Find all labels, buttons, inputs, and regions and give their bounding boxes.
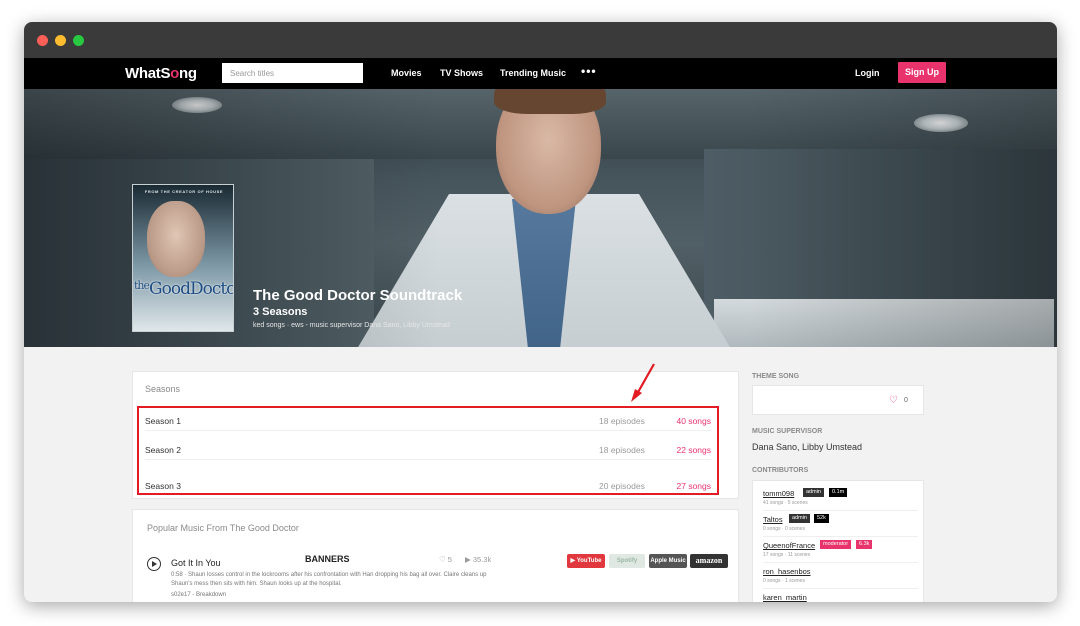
seasons-highlight-box — [137, 406, 719, 495]
nav-link-trending-music[interactable]: Trending Music — [500, 68, 566, 78]
search-input[interactable] — [222, 63, 363, 83]
apple-music-button[interactable]: Apple Music — [649, 554, 687, 568]
theme-like-count: 0 — [904, 397, 908, 404]
contributor-item[interactable]: QueenofFrance moderator 6.3k 17 songs · … — [763, 537, 918, 563]
show-poster[interactable]: FROM THE CREATOR OF HOUSE theGoodDoctor — [132, 184, 234, 332]
role-badge: admin — [803, 488, 824, 497]
heart-icon[interactable]: ♡ — [889, 395, 898, 406]
site-logo[interactable]: WhatSong — [125, 65, 197, 82]
season-count: 3 Seasons — [253, 306, 308, 318]
song-episode[interactable]: s02e17 - Breakdown — [171, 592, 226, 598]
popular-music-heading: Popular Music From The Good Doctor — [147, 523, 299, 533]
close-window-button[interactable] — [37, 35, 48, 46]
nav-link-movies[interactable]: Movies — [391, 68, 422, 78]
contributor-item[interactable]: Taltos admin 52k 0 songs · 0 scenes — [763, 511, 918, 537]
annotation-arrow-icon — [631, 363, 655, 402]
points-badge: 6.3k — [856, 540, 873, 549]
top-navbar: WhatSong Movies TV Shows Trending Music … — [24, 58, 1057, 89]
contributors-card: tomm098 admin 0.1m 41 songs · 5 scenes T… — [752, 480, 924, 602]
minimize-window-button[interactable] — [55, 35, 66, 46]
spotify-button[interactable]: Spotify — [609, 554, 645, 568]
contributor-item[interactable]: karen_martin — [763, 589, 918, 602]
seasons-heading: Seasons — [145, 384, 181, 394]
role-badge: moderator — [820, 540, 852, 549]
points-badge: 0.1m — [829, 488, 848, 497]
contributor-stats: 41 songs · 5 scenes — [763, 500, 808, 506]
song-scene-description: 0:58 · Shaun losses control in the lockr… — [171, 572, 487, 587]
song-plays: ▶ 35.3k — [465, 555, 492, 564]
music-supervisor-name: Dana Sano, Libby Umstead — [752, 442, 863, 452]
more-menu-icon[interactable]: ••• — [581, 64, 597, 78]
zoom-window-button[interactable] — [73, 35, 84, 46]
contributor-name[interactable]: karen_martin — [763, 593, 807, 602]
contributor-name[interactable]: tomm098 — [763, 489, 794, 498]
contributor-name[interactable]: QueenofFrance — [763, 541, 815, 550]
role-badge: admin — [789, 514, 810, 523]
poster-tagline: FROM THE CREATOR OF HOUSE — [144, 189, 224, 194]
page-title: The Good Doctor Soundtrack — [253, 287, 463, 304]
contributor-name[interactable]: ron_hasenbos — [763, 567, 811, 576]
song-title[interactable]: Got It In You — [171, 558, 221, 568]
contributor-item[interactable]: tomm098 admin 0.1m 41 songs · 5 scenes — [763, 485, 918, 511]
signup-button[interactable]: Sign Up — [898, 62, 946, 83]
play-icon[interactable] — [147, 557, 161, 571]
theme-song-card: ♡ 0 — [752, 385, 924, 415]
song-artist[interactable]: BANNERS — [305, 554, 350, 564]
poster-title: theGoodDoctor — [134, 279, 233, 299]
show-meta: ked songs · ews - music supervisor Dana … — [253, 322, 450, 329]
youtube-button[interactable]: ▶ YouTube — [567, 554, 605, 568]
contributor-stats: 17 songs · 11 scenes — [763, 552, 811, 558]
nav-link-tv-shows[interactable]: TV Shows — [440, 68, 483, 78]
amazon-button[interactable]: amazon — [690, 554, 728, 568]
points-badge: 52k — [814, 514, 829, 523]
window-titlebar — [24, 22, 1057, 58]
login-link[interactable]: Login — [855, 68, 880, 78]
theme-song-label: THEME SONG — [752, 373, 800, 380]
browser-window: WhatSong Movies TV Shows Trending Music … — [24, 22, 1057, 602]
contributor-stats: 0 songs · 0 scenes — [763, 526, 805, 532]
music-supervisor-label: MUSIC SUPERVISOR — [752, 428, 823, 435]
popular-music-card: Popular Music From The Good Doctor Got I… — [132, 509, 739, 602]
contributor-item[interactable]: ron_hasenbos 0 songs · 1 scenes — [763, 563, 918, 589]
contributor-name[interactable]: Taltos — [763, 515, 783, 524]
contributors-label: CONTRIBUTORS — [752, 467, 809, 474]
contributor-stats: 0 songs · 1 scenes — [763, 578, 805, 584]
song-likes[interactable]: ♡ 5 — [439, 555, 452, 564]
